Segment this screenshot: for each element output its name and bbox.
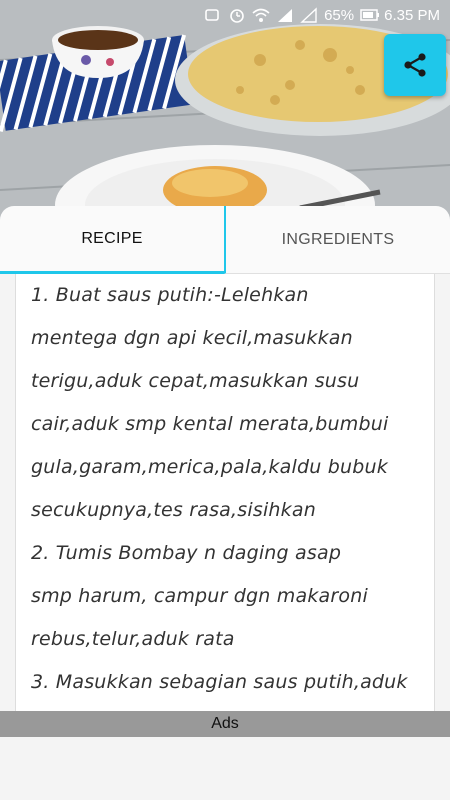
alarm-icon: [228, 7, 246, 23]
recipe-line: rebus,telur,aduk rata: [31, 628, 235, 650]
status-bar: 65% 6.35 PM: [0, 0, 450, 30]
recipe-content[interactable]: 1. Buat saus putih:-Lelehkan mentega dgn…: [15, 274, 435, 711]
clock: 6.35 PM: [384, 6, 440, 24]
recipe-line: terigu,aduk cepat,masukkan susu: [31, 370, 360, 392]
recipe-tabs: RECIPE INGREDIENTS: [0, 206, 450, 274]
recipe-line: smp harum, campur dgn makaroni: [31, 585, 368, 607]
battery-icon: [360, 7, 380, 23]
battery-percent: 65%: [324, 6, 355, 24]
recipe-line: gula,garam,merica,pala,kaldu bubuk: [31, 456, 388, 478]
recipe-line: 2. Tumis Bombay n daging asap: [31, 542, 342, 564]
recipe-line: secukupnya,tes rasa,sisihkan: [31, 499, 316, 521]
recipe-line: 1. Buat saus putih:-Lelehkan: [31, 284, 309, 306]
bottom-blank-area: [0, 737, 450, 800]
wifi-icon: [252, 7, 270, 23]
recipe-line: cair,aduk smp kental merata,bumbui: [31, 413, 389, 435]
ads-banner[interactable]: Ads: [0, 711, 450, 737]
share-button[interactable]: [384, 34, 446, 96]
tab-recipe[interactable]: RECIPE: [0, 206, 224, 274]
recipe-line: mentega dgn api kecil,masukkan: [31, 327, 353, 349]
share-icon: [404, 53, 426, 77]
sim-status-icon: [204, 7, 222, 23]
signal-sim1-icon: [276, 7, 294, 23]
signal-sim2-icon: [300, 7, 318, 23]
tab-ingredients[interactable]: INGREDIENTS: [224, 206, 450, 274]
recipe-line: 3. Masukkan sebagian saus putih,aduk: [31, 671, 408, 693]
